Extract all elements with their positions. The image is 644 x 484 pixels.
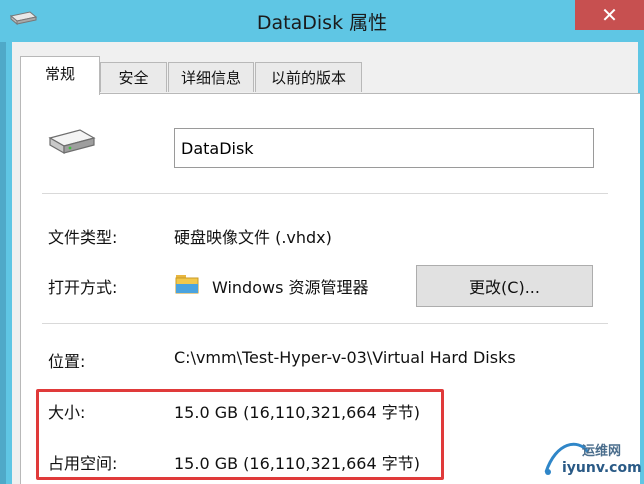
window-edge	[0, 0, 6, 484]
watermark-url: iyunv.com	[562, 460, 642, 476]
tab-label: 安全	[118, 69, 149, 87]
open-with-value: Windows 资源管理器	[212, 278, 369, 297]
folder-explorer-icon	[175, 275, 199, 294]
close-button[interactable]: ✕	[575, 0, 644, 30]
window-title: DataDisk 属性	[256, 12, 388, 34]
location-value: C:\vmm\Test-Hyper-v-03\Virtual Hard Disk…	[174, 348, 516, 367]
change-button[interactable]: 更改(C)...	[416, 265, 593, 307]
tab-security[interactable]: 安全	[100, 62, 167, 92]
file-type-value: 硬盘映像文件 (.vhdx)	[174, 228, 332, 247]
tab-label: 以前的版本	[270, 69, 346, 87]
tab-label: 常规	[44, 65, 75, 83]
tab-label: 详细信息	[180, 69, 241, 87]
tab-general[interactable]: 常规	[20, 56, 100, 95]
name-field[interactable]	[174, 128, 594, 168]
tab-previous-versions[interactable]: 以前的版本	[255, 62, 362, 92]
tab-strip: 常规 安全 详细信息 以前的版本	[12, 54, 638, 95]
tab-details[interactable]: 详细信息	[168, 62, 254, 92]
divider	[42, 193, 608, 194]
highlight-box	[36, 389, 444, 480]
open-with-label: 打开方式:	[48, 278, 118, 297]
close-icon: ✕	[601, 3, 618, 27]
title-bar[interactable]: DataDisk 属性 ✕	[0, 0, 644, 42]
watermark-text: 运维网	[582, 444, 622, 459]
divider	[42, 323, 608, 324]
file-type-label: 文件类型:	[48, 228, 118, 247]
location-label: 位置:	[48, 352, 86, 371]
disk-icon	[48, 129, 96, 155]
